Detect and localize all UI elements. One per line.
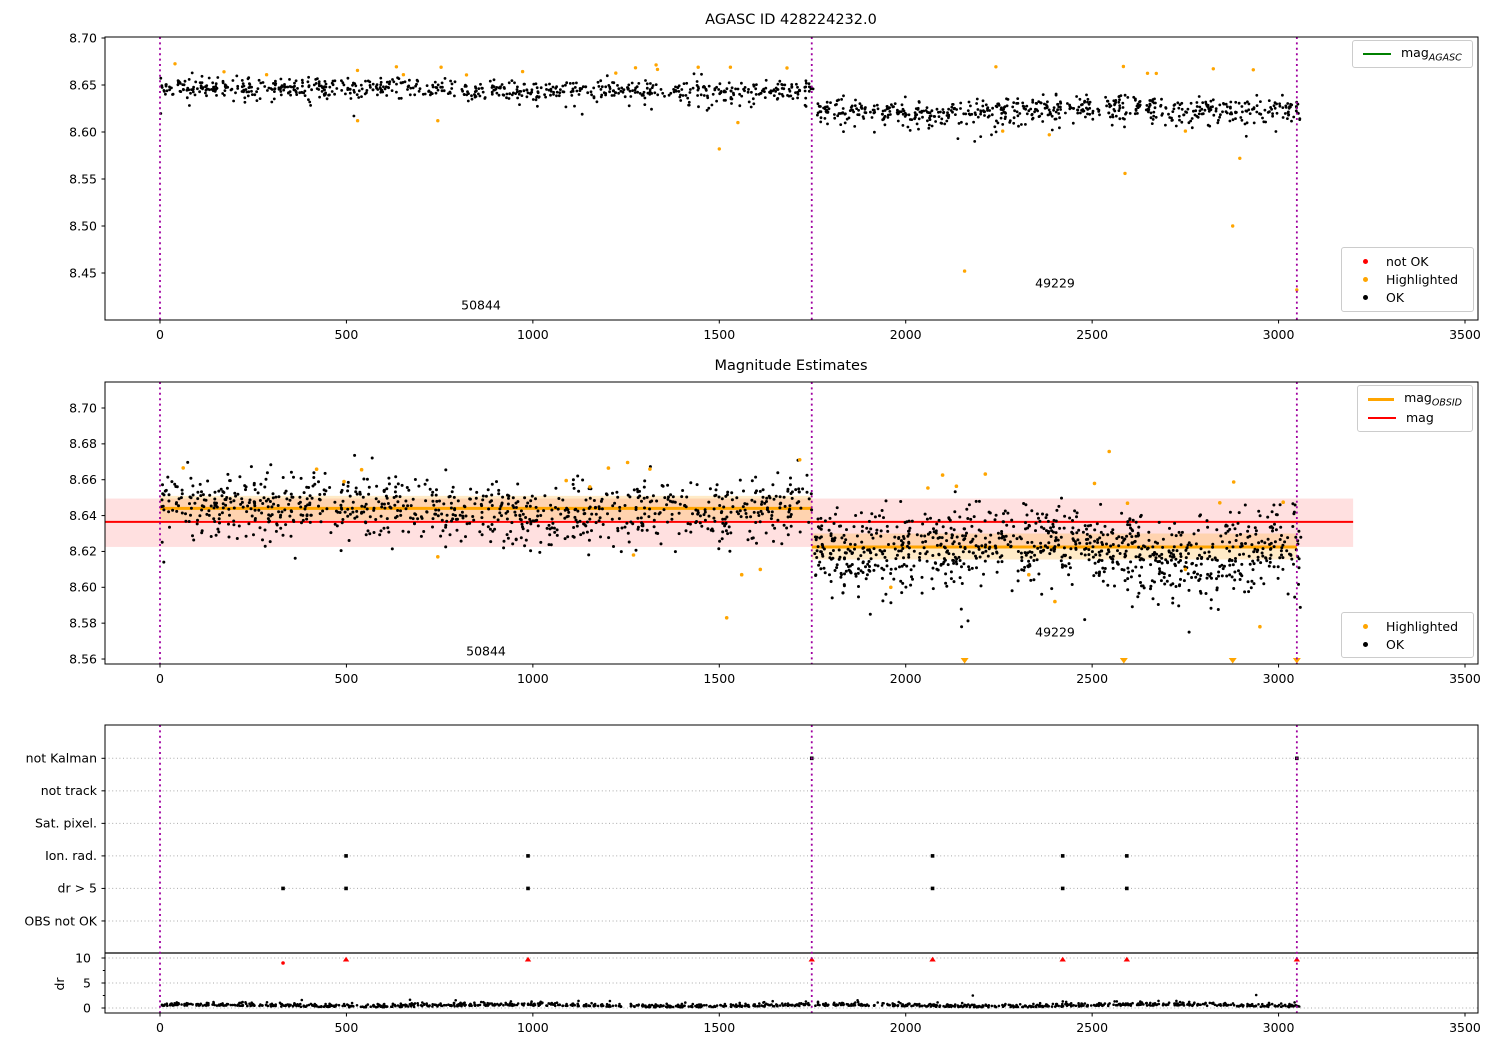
mag-obsid-label: magOBSID [1404,390,1462,409]
highlighted-dot-swatch [1363,276,1368,282]
svg-text:0: 0 [156,671,164,686]
legend-row-ok-2: OK [1352,635,1463,653]
svg-text:1000: 1000 [517,671,549,686]
svg-text:8.70: 8.70 [69,30,97,45]
legend-plot2-lines: magOBSID mag [1357,385,1473,432]
svg-text:8.60: 8.60 [69,124,97,139]
svg-text:500: 500 [334,327,358,342]
svg-text:8.66: 8.66 [69,472,97,487]
svg-text:dr: dr [52,977,67,991]
svg-text:1500: 1500 [703,327,735,342]
highlighted-label: Highlighted [1386,271,1459,287]
svg-text:500: 500 [334,671,358,686]
ok-dot-swatch-2 [1363,641,1368,647]
svg-text:not track: not track [41,783,98,798]
svg-text:8.70: 8.70 [69,400,97,415]
legend-row-highlighted-2: Highlighted [1352,617,1463,635]
svg-text:8.65: 8.65 [69,77,97,92]
svg-text:5: 5 [83,975,91,990]
svg-text:3000: 3000 [1263,1020,1295,1035]
svg-text:2500: 2500 [1076,671,1108,686]
mag-obsid-line-swatch [1368,397,1395,401]
plot1-title: AGASC ID 428224232.0 [705,12,877,28]
legend-row-mag: mag [1368,409,1462,428]
svg-text:8.64: 8.64 [69,508,97,523]
svg-text:Sat. pixel.: Sat. pixel. [35,816,97,831]
mag-agasc-label: magAGASC [1401,44,1462,64]
svg-text:3500: 3500 [1449,671,1481,686]
not-ok-label: not OK [1386,253,1429,269]
obsid-label-50844-plot2: 50844 [466,643,506,659]
svg-text:2500: 2500 [1076,327,1108,342]
svg-text:3000: 3000 [1263,671,1295,686]
svg-text:8.55: 8.55 [69,171,97,186]
highlighted-dot-swatch-2 [1363,623,1368,629]
legend-row-highlighted: Highlighted [1352,270,1463,288]
svg-text:3000: 3000 [1263,327,1295,342]
ok-dot-swatch [1363,295,1368,301]
svg-text:1000: 1000 [517,327,549,342]
svg-text:8.50: 8.50 [69,218,97,233]
svg-text:8.68: 8.68 [69,436,97,451]
svg-text:3500: 3500 [1449,1020,1481,1035]
svg-text:0: 0 [83,1000,91,1015]
highlighted-label-2: Highlighted [1386,618,1459,634]
legend-row-ok: OK [1352,289,1463,307]
svg-text:2000: 2000 [890,671,922,686]
chart-canvas: 0 500 1000 1500 2000 2500 3000 35008.708.658.60… [24,30,1481,1035]
ok-label: OK [1386,290,1405,306]
svg-text:0: 0 [156,327,164,342]
figure-root: 0 500 1000 1500 2000 2500 3000 3500 8.70 8.65 8.60… [0,0,1500,1050]
svg-text:8.60: 8.60 [69,580,97,595]
ok-label-2: OK [1386,636,1405,652]
not-ok-dot-swatch [1363,258,1368,264]
svg-text:2000: 2000 [890,327,922,342]
svg-text:2500: 2500 [1076,1020,1108,1035]
obsid-label-49229-plot2: 49229 [1035,624,1075,640]
svg-text:not Kalman: not Kalman [26,751,97,766]
svg-text:1500: 1500 [703,671,735,686]
svg-text:2000: 2000 [890,1020,922,1035]
mag-label: mag [1406,410,1434,426]
svg-text:3500: 3500 [1449,327,1481,342]
legend-row-not-ok: not OK [1352,252,1463,270]
svg-text:10: 10 [75,950,91,965]
legend-plot1-markers: not OK Highlighted OK [1341,247,1474,312]
legend-row-mag-obsid: magOBSID [1368,390,1462,409]
svg-text:1500: 1500 [703,1020,735,1035]
svg-text:500: 500 [334,1020,358,1035]
svg-text:dr > 5: dr > 5 [58,881,97,896]
svg-text:8.56: 8.56 [69,651,97,666]
svg-text:8.62: 8.62 [69,544,97,559]
legend-plot2-markers: Highlighted OK [1341,612,1474,658]
legend-row-mag-agasc: magAGASC [1363,44,1462,64]
svg-text:1000: 1000 [517,1020,549,1035]
plot2-title: Magnitude Estimates [714,358,868,374]
svg-text:Ion. rad.: Ion. rad. [45,848,97,863]
svg-text:8.58: 8.58 [69,615,97,630]
mag-agasc-line-swatch [1363,53,1391,55]
svg-text:OBS not OK: OBS not OK [24,913,97,928]
svg-text:8.45: 8.45 [69,265,97,280]
obsid-label-49229-plot1: 49229 [1035,275,1075,291]
obsid-label-50844-plot1: 50844 [461,297,501,313]
svg-text:0: 0 [156,1020,164,1035]
legend-mag-agasc: magAGASC [1352,40,1473,68]
mag-line-swatch [1368,416,1396,419]
